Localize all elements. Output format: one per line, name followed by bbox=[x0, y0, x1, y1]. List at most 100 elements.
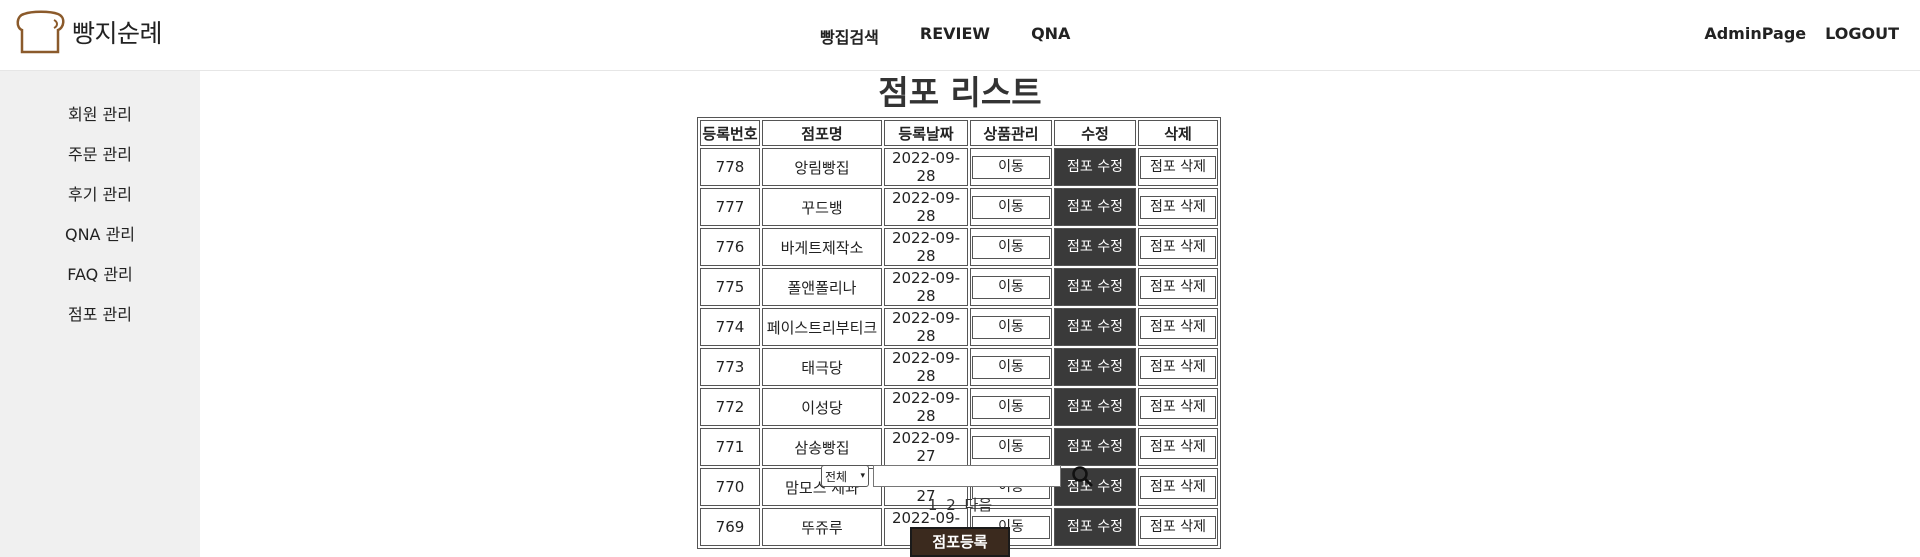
cell-store-name: 페이스트리부티크 bbox=[762, 308, 882, 346]
site-header: 빵지순례 빵집검색 REVIEW QNA AdminPage LOGOUT bbox=[0, 0, 1920, 71]
cell-delete: 점포 삭제 bbox=[1138, 268, 1218, 306]
cell-edit: 점포 수정 bbox=[1054, 388, 1136, 426]
move-button[interactable]: 이동 bbox=[972, 355, 1050, 379]
sidebar-item-stores[interactable]: 점포 관리 bbox=[0, 301, 200, 325]
col-header-edit: 수정 bbox=[1054, 120, 1136, 146]
delete-store-button[interactable]: 점포 삭제 bbox=[1140, 235, 1216, 259]
cell-edit: 점포 수정 bbox=[1054, 268, 1136, 306]
delete-store-button[interactable]: 점포 삭제 bbox=[1140, 275, 1216, 299]
edit-store-button[interactable]: 점포 수정 bbox=[1055, 315, 1135, 340]
edit-store-button[interactable]: 점포 수정 bbox=[1055, 235, 1135, 260]
move-button[interactable]: 이동 bbox=[972, 275, 1050, 299]
nav-review[interactable]: REVIEW bbox=[920, 24, 990, 48]
cell-products: 이동 bbox=[970, 188, 1052, 226]
search-input[interactable] bbox=[873, 465, 1061, 487]
cell-delete: 점포 삭제 bbox=[1138, 388, 1218, 426]
cell-date: 2022-09-28 bbox=[884, 188, 968, 226]
cell-date: 2022-09-28 bbox=[884, 388, 968, 426]
delete-store-button[interactable]: 점포 삭제 bbox=[1140, 195, 1216, 219]
page-next-link[interactable]: 다음 bbox=[965, 496, 993, 514]
sidebar-item-reviews[interactable]: 후기 관리 bbox=[0, 181, 200, 205]
delete-store-button[interactable]: 점포 삭제 bbox=[1140, 155, 1216, 179]
cell-products: 이동 bbox=[970, 428, 1052, 466]
delete-store-button[interactable]: 점포 삭제 bbox=[1140, 435, 1216, 459]
move-button[interactable]: 이동 bbox=[972, 435, 1050, 459]
col-header-delete: 삭제 bbox=[1138, 120, 1218, 146]
cell-products: 이동 bbox=[970, 268, 1052, 306]
admin-sidebar: 회원 관리 주문 관리 후기 관리 QNA 관리 FAQ 관리 점포 관리 bbox=[0, 71, 200, 557]
cell-id: 772 bbox=[700, 388, 760, 426]
logo-text: 빵지순례 bbox=[72, 19, 163, 48]
cell-delete: 점포 삭제 bbox=[1138, 148, 1218, 186]
move-button[interactable]: 이동 bbox=[972, 235, 1050, 259]
col-header-products: 상품관리 bbox=[970, 120, 1052, 146]
edit-store-button[interactable]: 점포 수정 bbox=[1055, 515, 1135, 540]
cell-edit: 점포 수정 bbox=[1054, 428, 1136, 466]
sidebar-item-faq[interactable]: FAQ 관리 bbox=[0, 261, 200, 285]
delete-store-button[interactable]: 점포 삭제 bbox=[1140, 515, 1216, 539]
cell-products: 이동 bbox=[970, 148, 1052, 186]
cell-store-name: 삼송빵집 bbox=[762, 428, 882, 466]
move-button[interactable]: 이동 bbox=[972, 395, 1050, 419]
logout-link[interactable]: LOGOUT bbox=[1825, 24, 1899, 43]
cell-id: 777 bbox=[700, 188, 760, 226]
table-row: 777 꾸드뱅 2022-09-28 이동 점포 수정 점포 삭제 bbox=[700, 188, 1218, 226]
cell-id: 774 bbox=[700, 308, 760, 346]
delete-store-button[interactable]: 점포 삭제 bbox=[1140, 395, 1216, 419]
cell-id: 773 bbox=[700, 348, 760, 386]
table-row: 773 태극당 2022-09-28 이동 점포 수정 점포 삭제 bbox=[700, 348, 1218, 386]
edit-store-button[interactable]: 점포 수정 bbox=[1055, 435, 1135, 460]
move-button[interactable]: 이동 bbox=[972, 155, 1050, 179]
nav-qna[interactable]: QNA bbox=[1031, 24, 1070, 48]
cell-id: 775 bbox=[700, 268, 760, 306]
cell-edit: 점포 수정 bbox=[1054, 188, 1136, 226]
move-button[interactable]: 이동 bbox=[972, 195, 1050, 219]
search-filter-select[interactable]: 전체 ▾ bbox=[821, 465, 869, 487]
table-row: 775 폴앤폴리나 2022-09-28 이동 점포 수정 점포 삭제 bbox=[700, 268, 1218, 306]
edit-store-button[interactable]: 점포 수정 bbox=[1055, 355, 1135, 380]
cell-products: 이동 bbox=[970, 388, 1052, 426]
sidebar-item-orders[interactable]: 주문 관리 bbox=[0, 141, 200, 165]
sidebar-item-qna[interactable]: QNA 관리 bbox=[0, 221, 200, 245]
cell-date: 2022-09-28 bbox=[884, 228, 968, 266]
register-store-button[interactable]: 점포등록 bbox=[910, 527, 1010, 557]
nav-bakery-search[interactable]: 빵집검색 bbox=[820, 24, 879, 48]
sidebar-item-members[interactable]: 회원 관리 bbox=[0, 101, 200, 125]
page-link-2[interactable]: 2 bbox=[946, 496, 956, 514]
logo[interactable]: 빵지순례 bbox=[14, 10, 163, 54]
cell-store-name: 앙림빵집 bbox=[762, 148, 882, 186]
cell-id: 778 bbox=[700, 148, 760, 186]
cell-date: 2022-09-27 bbox=[884, 428, 968, 466]
header-utility: AdminPage LOGOUT bbox=[1685, 24, 1899, 43]
table-row: 771 삼송빵집 2022-09-27 이동 점포 수정 점포 삭제 bbox=[700, 428, 1218, 466]
page-title: 점포 리스트 bbox=[878, 73, 1042, 112]
cell-store-name: 이성당 bbox=[762, 388, 882, 426]
col-header-date: 등록날짜 bbox=[884, 120, 968, 146]
edit-store-button[interactable]: 점포 수정 bbox=[1055, 195, 1135, 220]
main-nav: 빵집검색 REVIEW QNA bbox=[820, 24, 1070, 48]
cell-id: 776 bbox=[700, 228, 760, 266]
cell-edit: 점포 수정 bbox=[1054, 348, 1136, 386]
move-button[interactable]: 이동 bbox=[972, 315, 1050, 339]
cell-date: 2022-09-28 bbox=[884, 348, 968, 386]
cell-edit: 점포 수정 bbox=[1054, 308, 1136, 346]
cell-products: 이동 bbox=[970, 228, 1052, 266]
table-row: 776 바게트제작소 2022-09-28 이동 점포 수정 점포 삭제 bbox=[700, 228, 1218, 266]
search-icon[interactable] bbox=[1071, 465, 1093, 487]
cell-delete: 점포 삭제 bbox=[1138, 428, 1218, 466]
search-bar: 전체 ▾ bbox=[821, 465, 1093, 487]
delete-store-button[interactable]: 점포 삭제 bbox=[1140, 355, 1216, 379]
col-header-name: 점포명 bbox=[762, 120, 882, 146]
cell-delete: 점포 삭제 bbox=[1138, 308, 1218, 346]
cell-edit: 점포 수정 bbox=[1054, 228, 1136, 266]
page-link-1[interactable]: 1 bbox=[928, 496, 938, 514]
edit-store-button[interactable]: 점포 수정 bbox=[1055, 155, 1135, 180]
table-header-row: 등록번호 점포명 등록날짜 상품관리 수정 삭제 bbox=[700, 120, 1218, 146]
admin-page-link[interactable]: AdminPage bbox=[1704, 24, 1806, 43]
cell-date: 2022-09-28 bbox=[884, 308, 968, 346]
cell-products: 이동 bbox=[970, 308, 1052, 346]
cell-store-name: 꾸드뱅 bbox=[762, 188, 882, 226]
delete-store-button[interactable]: 점포 삭제 bbox=[1140, 315, 1216, 339]
edit-store-button[interactable]: 점포 수정 bbox=[1055, 275, 1135, 300]
edit-store-button[interactable]: 점포 수정 bbox=[1055, 395, 1135, 420]
